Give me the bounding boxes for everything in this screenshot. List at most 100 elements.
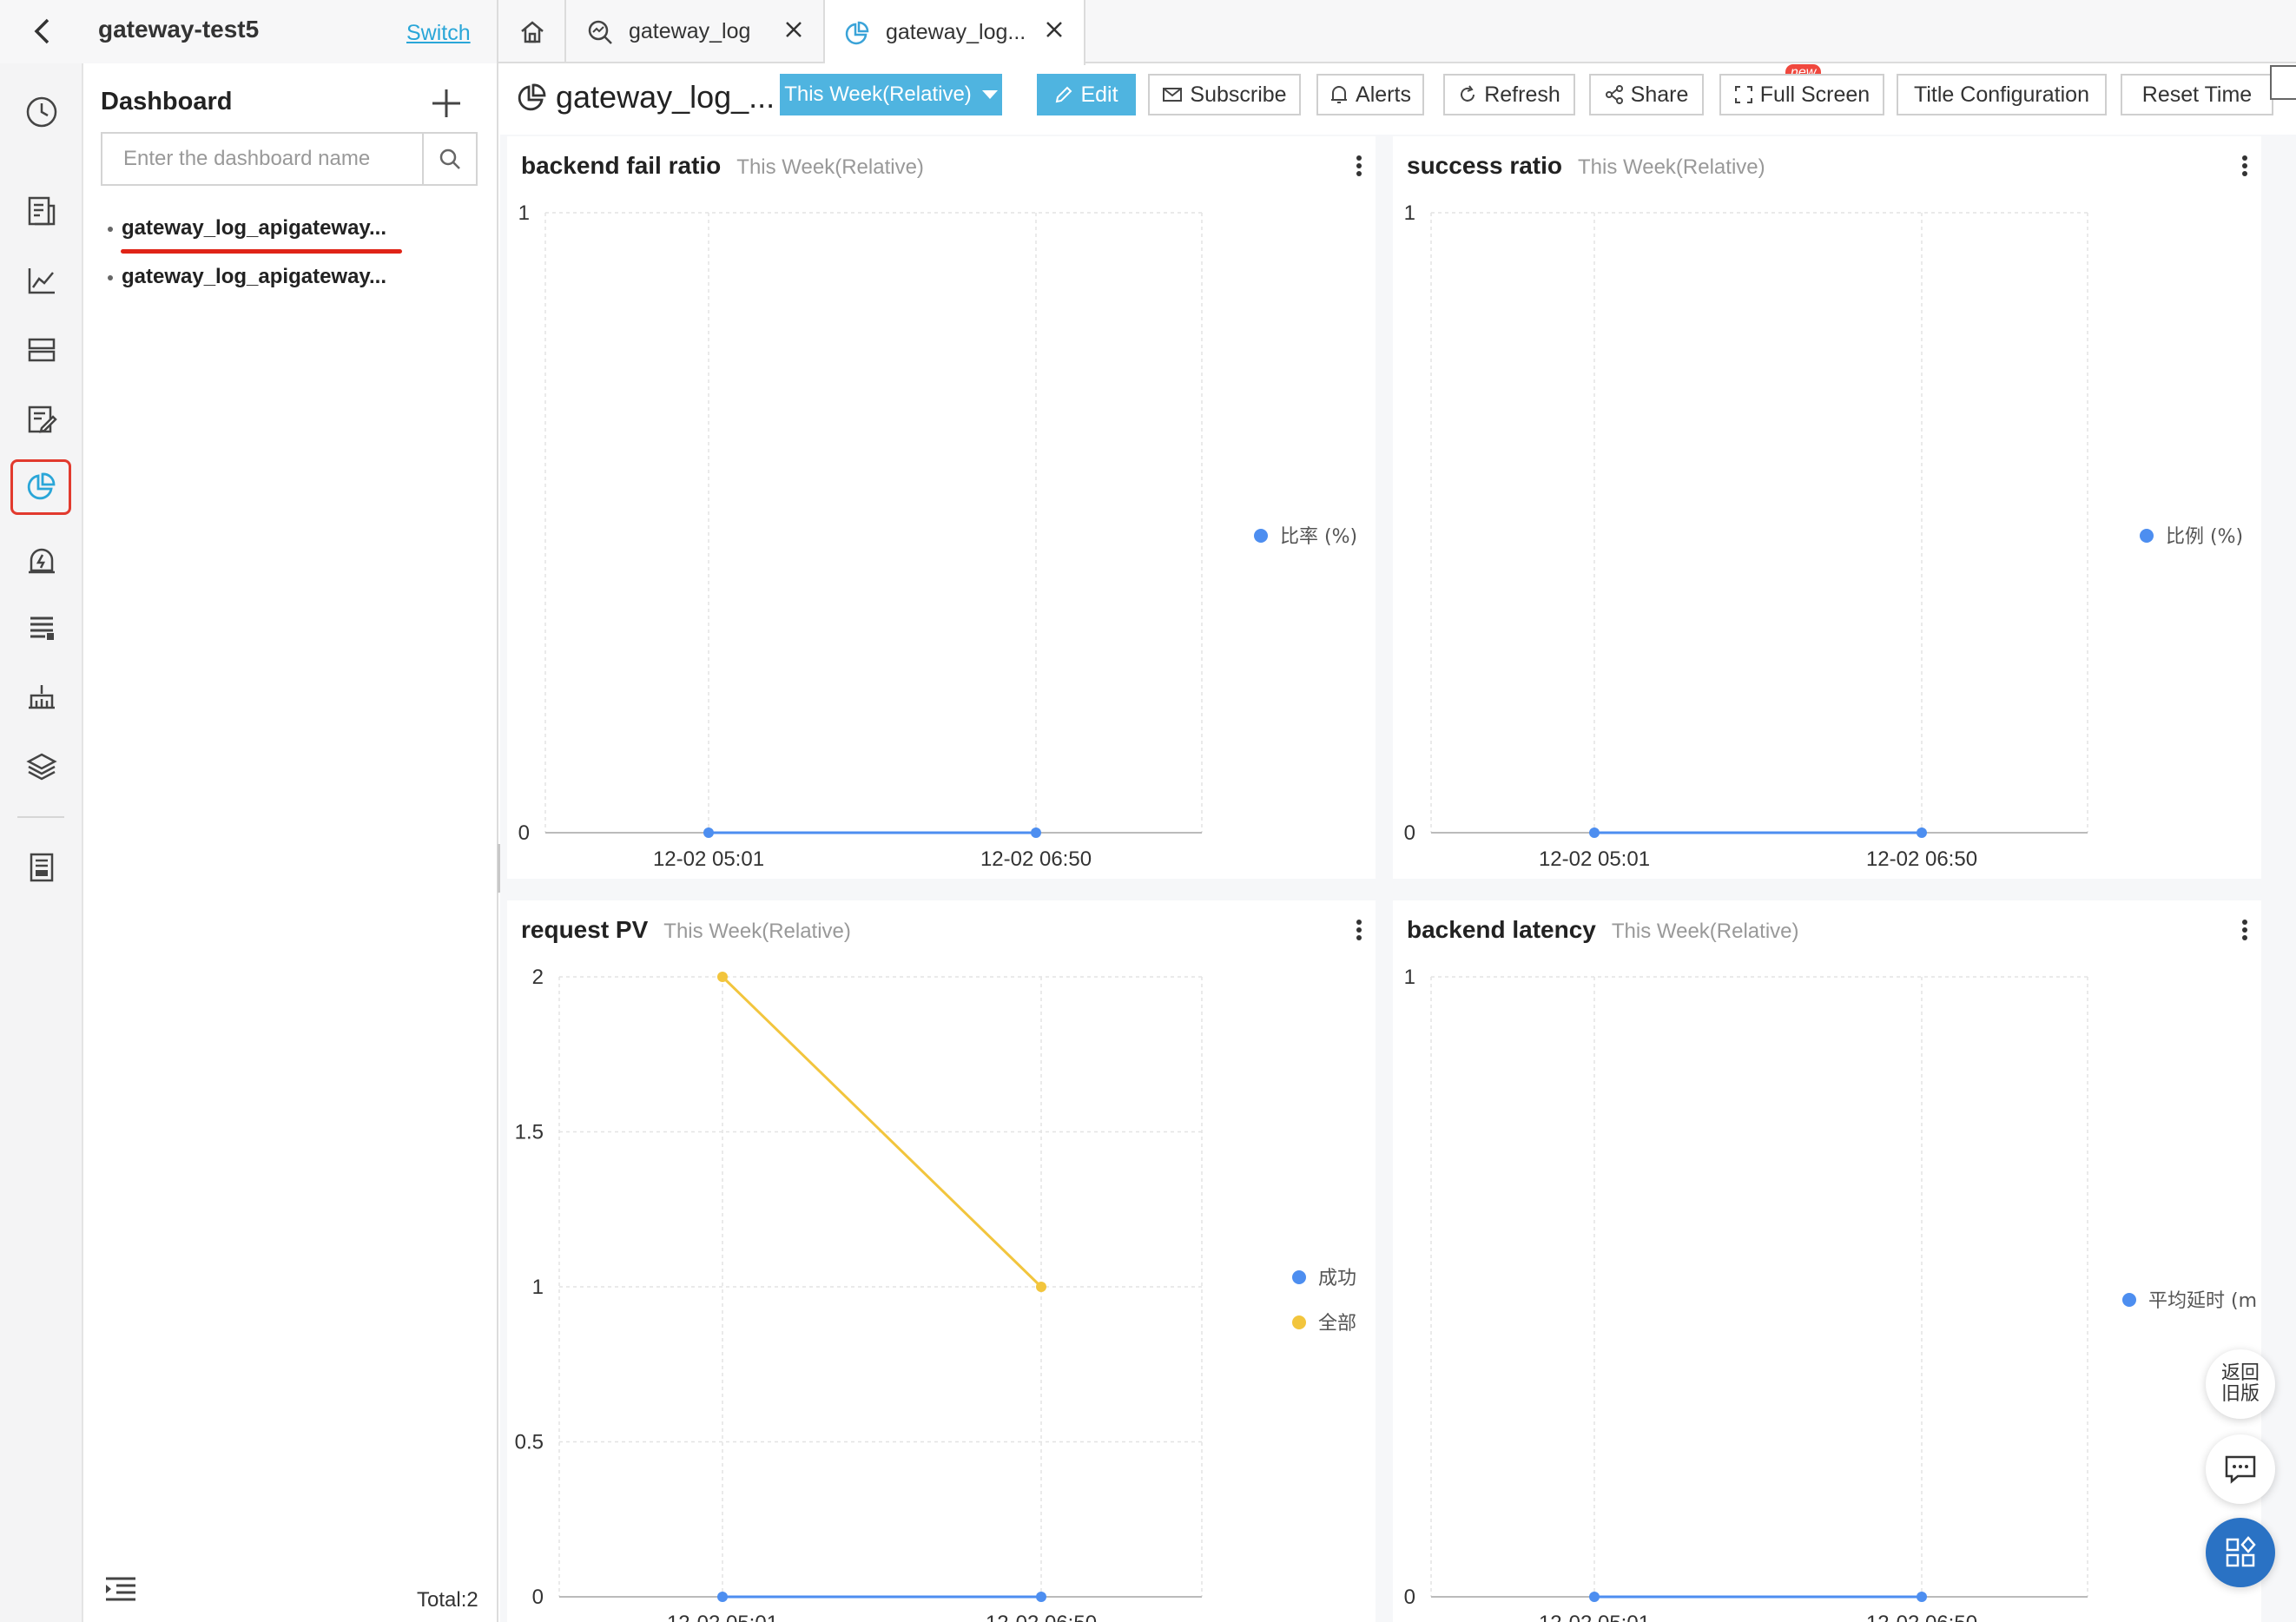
share-icon — [1605, 85, 1623, 104]
y-tick-label: 1.5 — [515, 1121, 544, 1144]
panel-title-text: backend latency — [1407, 916, 1596, 943]
close-icon[interactable] — [783, 19, 804, 40]
tab-gateway-log-dashboard[interactable]: gateway_log... — [825, 0, 1085, 65]
more-vertical-icon[interactable] — [2240, 155, 2249, 181]
subscribe-label: Subscribe — [1190, 82, 1287, 107]
data-processing-icon[interactable] — [24, 680, 59, 715]
search-icon[interactable] — [422, 134, 476, 184]
time-range-button[interactable]: This Week(Relative) — [780, 74, 1002, 115]
subscribe-button[interactable]: Subscribe — [1148, 74, 1301, 115]
y-tick-label: 0 — [1404, 821, 1415, 845]
log-store-icon[interactable] — [24, 194, 59, 228]
share-label: Share — [1630, 82, 1689, 107]
add-dashboard-icon[interactable] — [429, 86, 464, 121]
alerts-button[interactable]: Alerts — [1316, 74, 1424, 115]
data-point — [1589, 827, 1600, 838]
mail-icon — [1163, 88, 1183, 102]
dashboard-item-label: gateway_log_apigateway... — [122, 216, 387, 240]
clock-icon[interactable] — [24, 95, 59, 129]
dashboard-title: gateway_log_... — [556, 79, 775, 115]
y-tick-label: 0 — [532, 1586, 544, 1609]
side-drawer-toggle[interactable] — [2270, 65, 2296, 100]
caret-down-icon — [981, 90, 998, 99]
dashboard-nav-icon[interactable] — [10, 459, 71, 515]
share-button[interactable]: Share — [1589, 74, 1704, 115]
tab-gateway-log[interactable]: gateway_log — [568, 0, 825, 63]
legend-label: 比例 (%) — [2166, 526, 2243, 548]
panel-title-text: backend fail ratio — [521, 152, 722, 179]
dashboard-total: Total:2 — [417, 1588, 478, 1612]
more-vertical-icon[interactable] — [2240, 920, 2249, 946]
title-configuration-button[interactable]: Title Configuration — [1897, 74, 2107, 115]
layers-icon[interactable] — [24, 749, 59, 784]
top-bar: gateway-test5 Switch gateway_log gateway… — [0, 0, 2296, 65]
fullscreen-icon — [1734, 86, 1752, 103]
data-point — [1589, 1592, 1600, 1602]
rail-divider — [17, 816, 64, 818]
refresh-label: Refresh — [1484, 82, 1560, 107]
reset-time-label: Reset Time — [2141, 82, 2253, 107]
line-chart-icon[interactable] — [24, 263, 59, 298]
panel-subtitle: This Week(Relative) — [736, 155, 924, 179]
dashboard-list-item[interactable]: gateway_log_apigateway... — [108, 216, 386, 241]
dashboard-item-label: gateway_log_apigateway... — [122, 265, 387, 288]
alert-bell-icon[interactable] — [24, 543, 59, 577]
apps-grid-icon — [2226, 1536, 2256, 1567]
x-tick-label: 12-02 05:01 — [1539, 847, 1650, 871]
project-header: gateway-test5 Switch — [0, 0, 498, 63]
close-icon[interactable] — [1044, 19, 1065, 40]
bell-icon — [1331, 86, 1348, 103]
y-tick-label: 0 — [518, 821, 530, 845]
data-point — [717, 1592, 728, 1602]
saved-search-icon[interactable] — [24, 402, 59, 437]
apps-grid-button[interactable] — [2206, 1518, 2275, 1587]
line-chart-svg: 0 1 12-02 05:01 12-02 06:50 比例 (%) — [1404, 201, 2243, 871]
chart-panel-backend-latency: 0 1 12-02 05:01 12-02 06:50 平均延时 (m backend … — [1393, 900, 2261, 1622]
chart-panel-request-pv: 0 0.5 1 1.5 2 12-02 05:01 12-02 06:50 成功全部 requ… — [507, 900, 1376, 1622]
switch-project-link[interactable]: Switch — [406, 21, 471, 46]
icon-rail — [0, 63, 83, 1622]
report-icon[interactable] — [24, 850, 59, 885]
project-title: gateway-test5 — [98, 16, 260, 43]
x-tick-label: 12-02 05:01 — [653, 847, 764, 871]
refresh-icon — [1461, 85, 1475, 102]
feedback-chat-button[interactable] — [2206, 1434, 2275, 1504]
dashboard-list-item[interactable]: gateway_log_apigateway... — [108, 265, 386, 289]
list-detail-icon[interactable] — [24, 610, 59, 645]
pencil-icon — [1056, 86, 1072, 103]
legend-marker — [1292, 1315, 1306, 1329]
reset-time-button[interactable]: Reset Time — [2121, 74, 2273, 115]
x-tick-label: 12-02 05:01 — [1539, 1612, 1650, 1622]
more-vertical-icon[interactable] — [1355, 155, 1363, 181]
dashboard-sidebar: Dashboard gateway_log_apigateway... gate… — [83, 63, 498, 1622]
x-tick-label: 12-02 06:50 — [1866, 1612, 1977, 1622]
back-arrow-icon[interactable] — [26, 16, 57, 47]
y-tick-label: 1 — [1404, 201, 1415, 225]
edit-label: Edit — [1080, 82, 1118, 107]
panel-title-text: request PV — [521, 916, 649, 943]
menu-collapse-icon[interactable] — [104, 1576, 137, 1606]
highlight-underline — [121, 249, 402, 254]
dashboard-icon — [516, 82, 547, 118]
home-tab[interactable] — [500, 0, 566, 63]
panel-subtitle: This Week(Relative) — [1578, 155, 1765, 179]
x-tick-label: 12-02 06:50 — [980, 847, 1092, 871]
panel-title: backend latency This Week(Relative) — [1407, 916, 1799, 944]
search-analysis-icon — [587, 19, 613, 45]
dashboard-toolbar: gateway_log_... This Week(Relative) Edit… — [500, 64, 2296, 135]
full-screen-button[interactable]: Full Screen — [1719, 74, 1884, 115]
more-vertical-icon[interactable] — [1355, 920, 1363, 946]
title-configuration-label: Title Configuration — [1914, 82, 2089, 107]
edit-button[interactable]: Edit — [1037, 74, 1136, 115]
old-version-button[interactable]: 返回旧版 — [2206, 1349, 2275, 1419]
dashboard-search-input[interactable] — [102, 134, 424, 184]
x-tick-label: 12-02 06:50 — [1866, 847, 1977, 871]
refresh-button[interactable]: Refresh — [1443, 74, 1575, 115]
server-icon[interactable] — [24, 333, 59, 367]
legend-label: 全部 — [1318, 1313, 1356, 1335]
x-tick-label: 12-02 06:50 — [986, 1612, 1097, 1622]
panel-subtitle: This Week(Relative) — [663, 920, 851, 943]
data-point — [1917, 1592, 1927, 1602]
y-tick-label: 1 — [518, 201, 530, 225]
dashboard-icon — [844, 20, 870, 46]
